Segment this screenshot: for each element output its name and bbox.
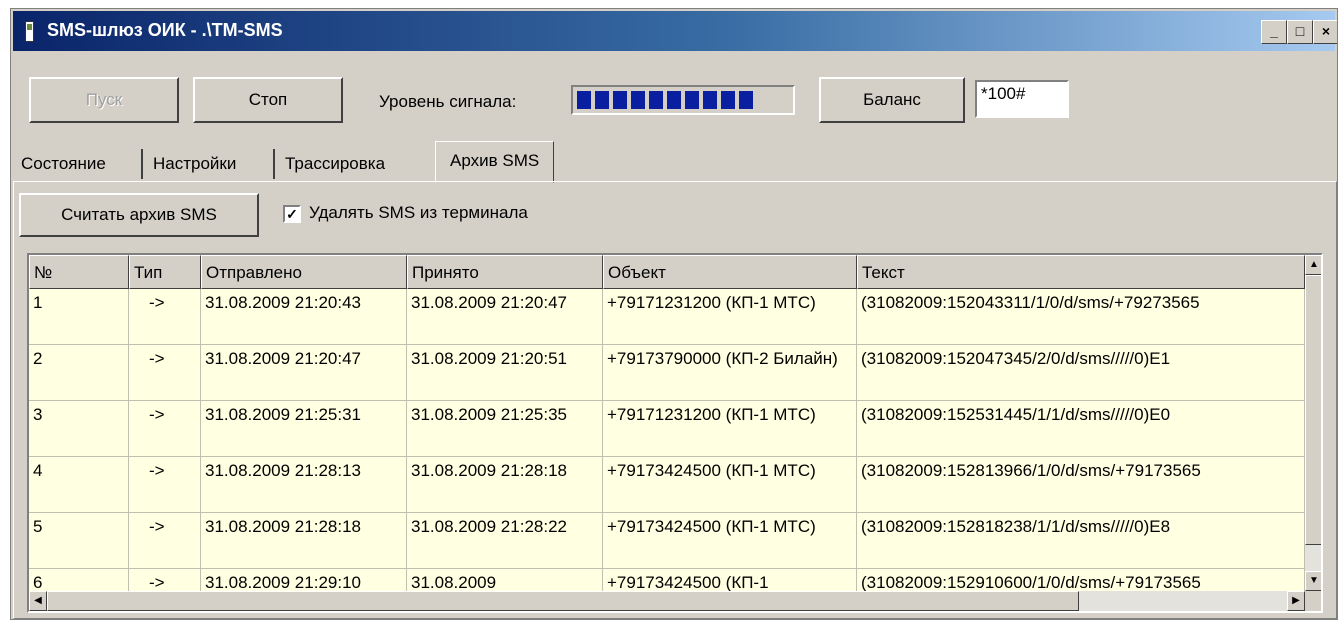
table-cell: +79171231200 (КП-1 МТС) — [603, 401, 857, 457]
table-cell: (31082009:152531445/1/1/d/sms/////0)E0 — [857, 401, 1305, 457]
main-window: SMS-шлюз ОИК - .\TM-SMS _ □ × Пуск Стоп … — [10, 8, 1338, 620]
table-row[interactable]: 5 -> 31.08.2009 21:28:18 31.08.2009 21:28:2… — [29, 513, 1305, 569]
signal-level-label: Уровень сигнала: — [379, 92, 517, 111]
tab-settings[interactable]: Настройки — [145, 147, 244, 181]
table-row[interactable]: 2 -> 31.08.2009 21:20:47 31.08.2009 21:20:5… — [29, 345, 1305, 401]
sms-archive-table[interactable]: № Тип Отправлено Принято Объект Текст 1-… — [27, 253, 1323, 613]
table-cell: 3 — [29, 401, 129, 457]
start-button[interactable]: Пуск — [29, 77, 179, 123]
table-cell: 31.08.2009 21:28:18 — [201, 513, 407, 569]
tab-status[interactable]: Состояние — [13, 147, 114, 181]
scroll-left-button[interactable]: ◀ — [29, 591, 47, 611]
vertical-scrollbar[interactable]: ▲ ▼ — [1305, 255, 1321, 591]
signal-segment — [595, 91, 609, 109]
vertical-scroll-thumb[interactable] — [1305, 275, 1321, 545]
scroll-down-button[interactable]: ▼ — [1305, 571, 1321, 591]
window-title: SMS-шлюз ОИК - .\TM-SMS — [47, 20, 283, 40]
table-cell: 31.08.2009 21:20:51 — [407, 345, 603, 401]
table-cell: (31082009:152813966/1/0/d/sms/+79173565 — [857, 457, 1305, 513]
table-cell: 31.08.2009 21:25:31 — [201, 401, 407, 457]
scrollbar-corner — [1305, 591, 1321, 611]
signal-segment — [667, 91, 681, 109]
column-header[interactable]: Принято — [407, 255, 603, 289]
table-cell: 1 — [29, 289, 129, 345]
table-cell: 4 — [29, 457, 129, 513]
stop-button[interactable]: Стоп — [193, 77, 343, 123]
close-button[interactable]: × — [1313, 20, 1337, 44]
table-cell: +79173424500 (КП-1 МТС) — [603, 457, 857, 513]
column-header[interactable]: № — [29, 255, 129, 289]
table-row[interactable]: 1 -> 31.08.2009 21:20:43 31.08.2009 21:20:4… — [29, 289, 1305, 345]
tab-separator — [273, 149, 275, 179]
table-cell: 31.08.2009 21:28:18 — [407, 457, 603, 513]
signal-segment — [577, 91, 591, 109]
arrow-left-icon: ◀ — [34, 595, 42, 606]
tab-separator — [141, 149, 143, 179]
signal-segment — [739, 91, 753, 109]
table-cell: 31.08.2009 21:20:47 — [201, 345, 407, 401]
tab-trace[interactable]: Трассировка — [277, 147, 393, 181]
table-cell: +79173424500 (КП-1 МТС) — [603, 513, 857, 569]
table-cell: -> — [129, 401, 201, 457]
horizontal-scroll-thumb[interactable] — [47, 591, 1079, 611]
table-cell: 2 — [29, 345, 129, 401]
signal-segment — [703, 91, 717, 109]
delete-sms-checkbox[interactable]: ✓ — [283, 205, 301, 223]
table-row[interactable]: 3 -> 31.08.2009 21:25:31 31.08.2009 21:25:3… — [29, 401, 1305, 457]
signal-segment — [649, 91, 663, 109]
column-header[interactable]: Отправлено — [201, 255, 407, 289]
minimize-icon: _ — [1270, 23, 1278, 39]
table-cell: (31082009:152818238/1/1/d/sms/////0)E8 — [857, 513, 1305, 569]
table-cell: -> — [129, 513, 201, 569]
signal-segment — [613, 91, 627, 109]
horizontal-scrollbar[interactable]: ◀ ▶ — [29, 591, 1305, 611]
ussd-code-input[interactable]: *100# — [975, 80, 1069, 118]
signal-segment — [685, 91, 699, 109]
table-cell: 31.08.2009 21:28:22 — [407, 513, 603, 569]
balance-button[interactable]: Баланс — [819, 77, 965, 123]
table-cell: -> — [129, 457, 201, 513]
signal-level-bar — [571, 85, 795, 115]
table-cell: 5 — [29, 513, 129, 569]
table-cell: 31.08.2009 21:20:43 — [201, 289, 407, 345]
tab-sms-archive[interactable]: Архив SMS — [435, 141, 555, 183]
arrow-right-icon: ▶ — [1292, 595, 1300, 606]
column-header[interactable]: Текст — [857, 255, 1305, 289]
table-cell: +79171231200 (КП-1 МТС) — [603, 289, 857, 345]
minimize-button[interactable]: _ — [1261, 20, 1287, 44]
maximize-button[interactable]: □ — [1287, 20, 1313, 44]
table-cell: -> — [129, 345, 201, 401]
arrow-down-icon: ▼ — [1309, 575, 1319, 586]
arrow-up-icon: ▲ — [1309, 259, 1319, 270]
table-row[interactable]: 4 -> 31.08.2009 21:28:13 31.08.2009 21:28:1… — [29, 457, 1305, 513]
column-header[interactable]: Тип — [129, 255, 201, 289]
signal-segment — [631, 91, 645, 109]
maximize-icon: □ — [1295, 23, 1305, 39]
read-archive-button[interactable]: Считать архив SMS — [19, 193, 259, 237]
table-cell: 31.08.2009 21:20:47 — [407, 289, 603, 345]
signal-segment — [721, 91, 735, 109]
table-cell: -> — [129, 289, 201, 345]
table-cell: (31082009:152047345/2/0/d/sms/////0)E1 — [857, 345, 1305, 401]
close-icon: × — [1321, 23, 1331, 39]
scroll-up-button[interactable]: ▲ — [1305, 255, 1321, 275]
scroll-right-button[interactable]: ▶ — [1287, 591, 1305, 611]
title-bar[interactable]: SMS-шлюз ОИК - .\TM-SMS _ □ × — [13, 11, 1337, 51]
table-cell: 31.08.2009 21:25:35 — [407, 401, 603, 457]
delete-sms-label[interactable]: Удалять SMS из терминала — [309, 203, 528, 223]
table-cell: +79173790000 (КП-2 Билайн) — [603, 345, 857, 401]
column-header[interactable]: Объект — [603, 255, 857, 289]
table-cell: (31082009:152043311/1/0/d/sms/+79273565 — [857, 289, 1305, 345]
table-cell: 31.08.2009 21:28:13 — [201, 457, 407, 513]
check-mark-icon: ✓ — [286, 206, 298, 222]
phone-icon — [25, 21, 34, 42]
